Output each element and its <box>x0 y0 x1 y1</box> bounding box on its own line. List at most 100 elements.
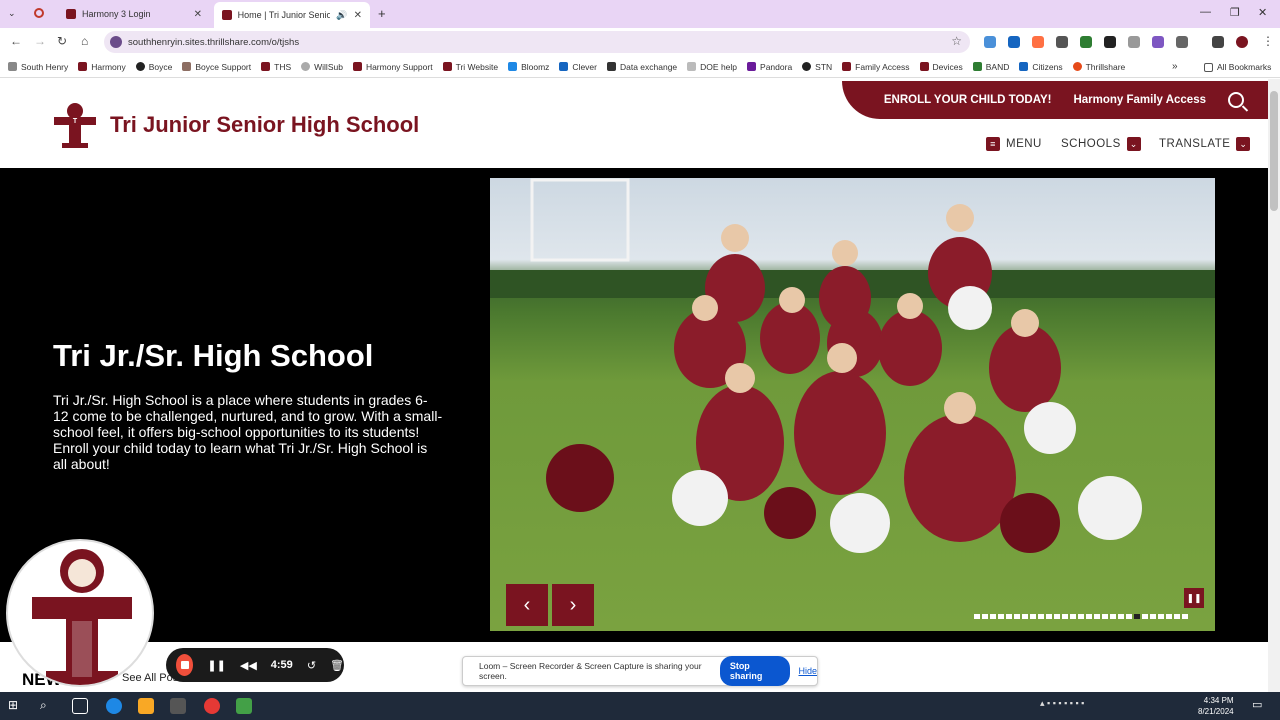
slide-dot[interactable] <box>1142 614 1148 619</box>
slide-dot[interactable] <box>990 614 996 619</box>
page-scrollbar[interactable] <box>1268 79 1280 692</box>
slide-dot[interactable] <box>1158 614 1164 619</box>
slide-dot[interactable] <box>1030 614 1036 619</box>
home-icon[interactable]: ⌂ <box>81 34 88 48</box>
system-tray[interactable]: ▴ ▪ ▪ ▪ ▪ ▪ ▪ ▪ <box>1040 698 1160 714</box>
search-icon[interactable] <box>1228 92 1244 108</box>
bookmark-item[interactable]: STN <box>802 62 832 72</box>
windows-start-icon[interactable]: ⊞ <box>8 698 24 714</box>
close-tab-icon[interactable]: ✕ <box>194 9 202 20</box>
school-logo[interactable]: T <box>50 101 100 149</box>
back-icon[interactable]: ← <box>10 34 22 48</box>
slide-dot[interactable] <box>1054 614 1060 619</box>
bookmark-item[interactable]: Pandora <box>747 62 792 72</box>
menu-button[interactable]: ≡ MENU <box>986 137 1042 151</box>
app-icon[interactable] <box>236 698 252 714</box>
edge-icon[interactable] <box>106 698 122 714</box>
slide-dot[interactable] <box>1102 614 1108 619</box>
slide-dot[interactable] <box>1110 614 1116 619</box>
schools-dropdown[interactable]: SCHOOLS ⌄ <box>1061 137 1141 151</box>
slide-dot[interactable] <box>1014 614 1020 619</box>
search-icon[interactable]: ⌕ <box>40 698 56 714</box>
extension-icon[interactable] <box>1056 36 1068 48</box>
bookmark-star-icon[interactable]: ☆ <box>951 34 962 48</box>
taskbar-clock[interactable]: 4:34 PM 8/21/2024 <box>1198 695 1234 717</box>
tab-tri-home[interactable]: Home | Tri Junior Senior Hig 🔊 ✕ <box>214 2 370 28</box>
slide-dot[interactable] <box>982 614 988 619</box>
all-bookmarks-button[interactable]: All Bookmarks <box>1204 62 1271 72</box>
trash-icon[interactable]: 🗑 <box>330 659 344 672</box>
close-tab-icon[interactable]: ✕ <box>354 10 362 21</box>
bookmark-item[interactable]: THS <box>261 62 291 72</box>
new-tab-icon[interactable]: + <box>378 6 386 21</box>
slide-dot[interactable] <box>1078 614 1084 619</box>
next-slide-button[interactable]: › <box>552 584 594 626</box>
slide-dot[interactable] <box>1038 614 1044 619</box>
site-info-icon[interactable] <box>110 36 122 48</box>
translate-dropdown[interactable]: TRANSLATE ⌄ <box>1159 137 1251 151</box>
pause-icon[interactable]: ❚❚ <box>207 659 225 672</box>
slide-dot[interactable] <box>1006 614 1012 619</box>
pause-slideshow-button[interactable]: ❚❚ <box>1184 588 1204 608</box>
hide-link[interactable]: Hide <box>798 666 817 676</box>
file-explorer-icon[interactable] <box>138 698 154 714</box>
family-access-link[interactable]: Harmony Family Access <box>1073 94 1206 106</box>
slide-dot[interactable] <box>1062 614 1068 619</box>
bookmark-item[interactable]: Boyce Support <box>182 62 251 72</box>
slide-dot[interactable] <box>974 614 980 619</box>
enroll-link[interactable]: ENROLL YOUR CHILD TODAY! <box>884 94 1052 106</box>
extension-icon[interactable] <box>1008 36 1020 48</box>
forward-icon[interactable]: → <box>34 34 46 48</box>
restore-icon[interactable]: ❐ <box>1230 6 1240 19</box>
stop-recording-button[interactable] <box>176 654 194 676</box>
slide-dot[interactable] <box>1134 614 1140 619</box>
slide-dot[interactable] <box>1046 614 1052 619</box>
school-name[interactable]: Tri Junior Senior High School <box>110 112 419 138</box>
tab-harmony-login[interactable]: Harmony 3 Login ✕ <box>58 3 210 25</box>
extension-icon[interactable] <box>1152 36 1164 48</box>
slide-dot[interactable] <box>1070 614 1076 619</box>
download-icon[interactable] <box>1212 36 1224 48</box>
slide-dot[interactable] <box>1094 614 1100 619</box>
bookmark-item[interactable]: Citizens <box>1019 62 1063 72</box>
store-icon[interactable] <box>170 698 186 714</box>
tab-search-icon[interactable]: ⌄ <box>8 8 16 19</box>
more-bookmarks-icon[interactable]: » <box>1172 61 1178 72</box>
extension-icon[interactable] <box>1032 36 1044 48</box>
bookmark-item[interactable]: Data exchange <box>606 62 677 72</box>
bookmark-item[interactable]: Bloomz <box>508 62 549 72</box>
bookmark-item[interactable]: Family Access <box>842 62 910 72</box>
address-bar[interactable]: southhenryin.sites.thrillshare.com/o/tjs… <box>104 31 970 53</box>
bookmark-item[interactable]: Boyce <box>135 62 172 72</box>
slide-dot[interactable] <box>1086 614 1092 619</box>
bookmark-item[interactable]: Devices <box>919 62 963 72</box>
restart-icon[interactable]: ↺ <box>307 659 316 672</box>
audio-playing-icon[interactable]: 🔊 <box>336 10 347 21</box>
notifications-icon[interactable]: ▭ <box>1252 698 1268 714</box>
bookmark-item[interactable]: Harmony Support <box>352 62 433 72</box>
scrollbar-thumb[interactable] <box>1270 91 1278 211</box>
bookmark-item[interactable]: Thrillshare <box>1072 62 1125 72</box>
slide-dot[interactable] <box>1150 614 1156 619</box>
bookmark-item[interactable]: WillSub <box>301 62 343 72</box>
bookmark-item[interactable]: DOE help <box>687 62 737 72</box>
school-mascot-logo[interactable] <box>6 539 154 687</box>
stop-sharing-button[interactable]: Stop sharing <box>719 656 791 686</box>
extension-icon[interactable] <box>1128 36 1140 48</box>
slide-dot[interactable] <box>1126 614 1132 619</box>
extension-icon[interactable] <box>1080 36 1092 48</box>
reload-icon[interactable]: ↻ <box>57 34 67 48</box>
slide-dot[interactable] <box>1166 614 1172 619</box>
profile-avatar[interactable] <box>1236 36 1248 48</box>
slide-dot[interactable] <box>998 614 1004 619</box>
previous-slide-button[interactable]: ‹ <box>506 584 548 626</box>
rewind-icon[interactable]: ◀◀ <box>240 659 257 672</box>
slide-dot[interactable] <box>1174 614 1180 619</box>
extension-icon[interactable] <box>984 36 996 48</box>
bookmark-item[interactable]: Tri Website <box>442 62 498 72</box>
bookmark-item[interactable]: Harmony <box>78 62 126 72</box>
chrome-icon[interactable] <box>204 698 220 714</box>
extensions-puzzle-icon[interactable] <box>1176 36 1188 48</box>
bookmark-item[interactable]: South Henry <box>8 62 68 72</box>
slide-dot[interactable] <box>1118 614 1124 619</box>
